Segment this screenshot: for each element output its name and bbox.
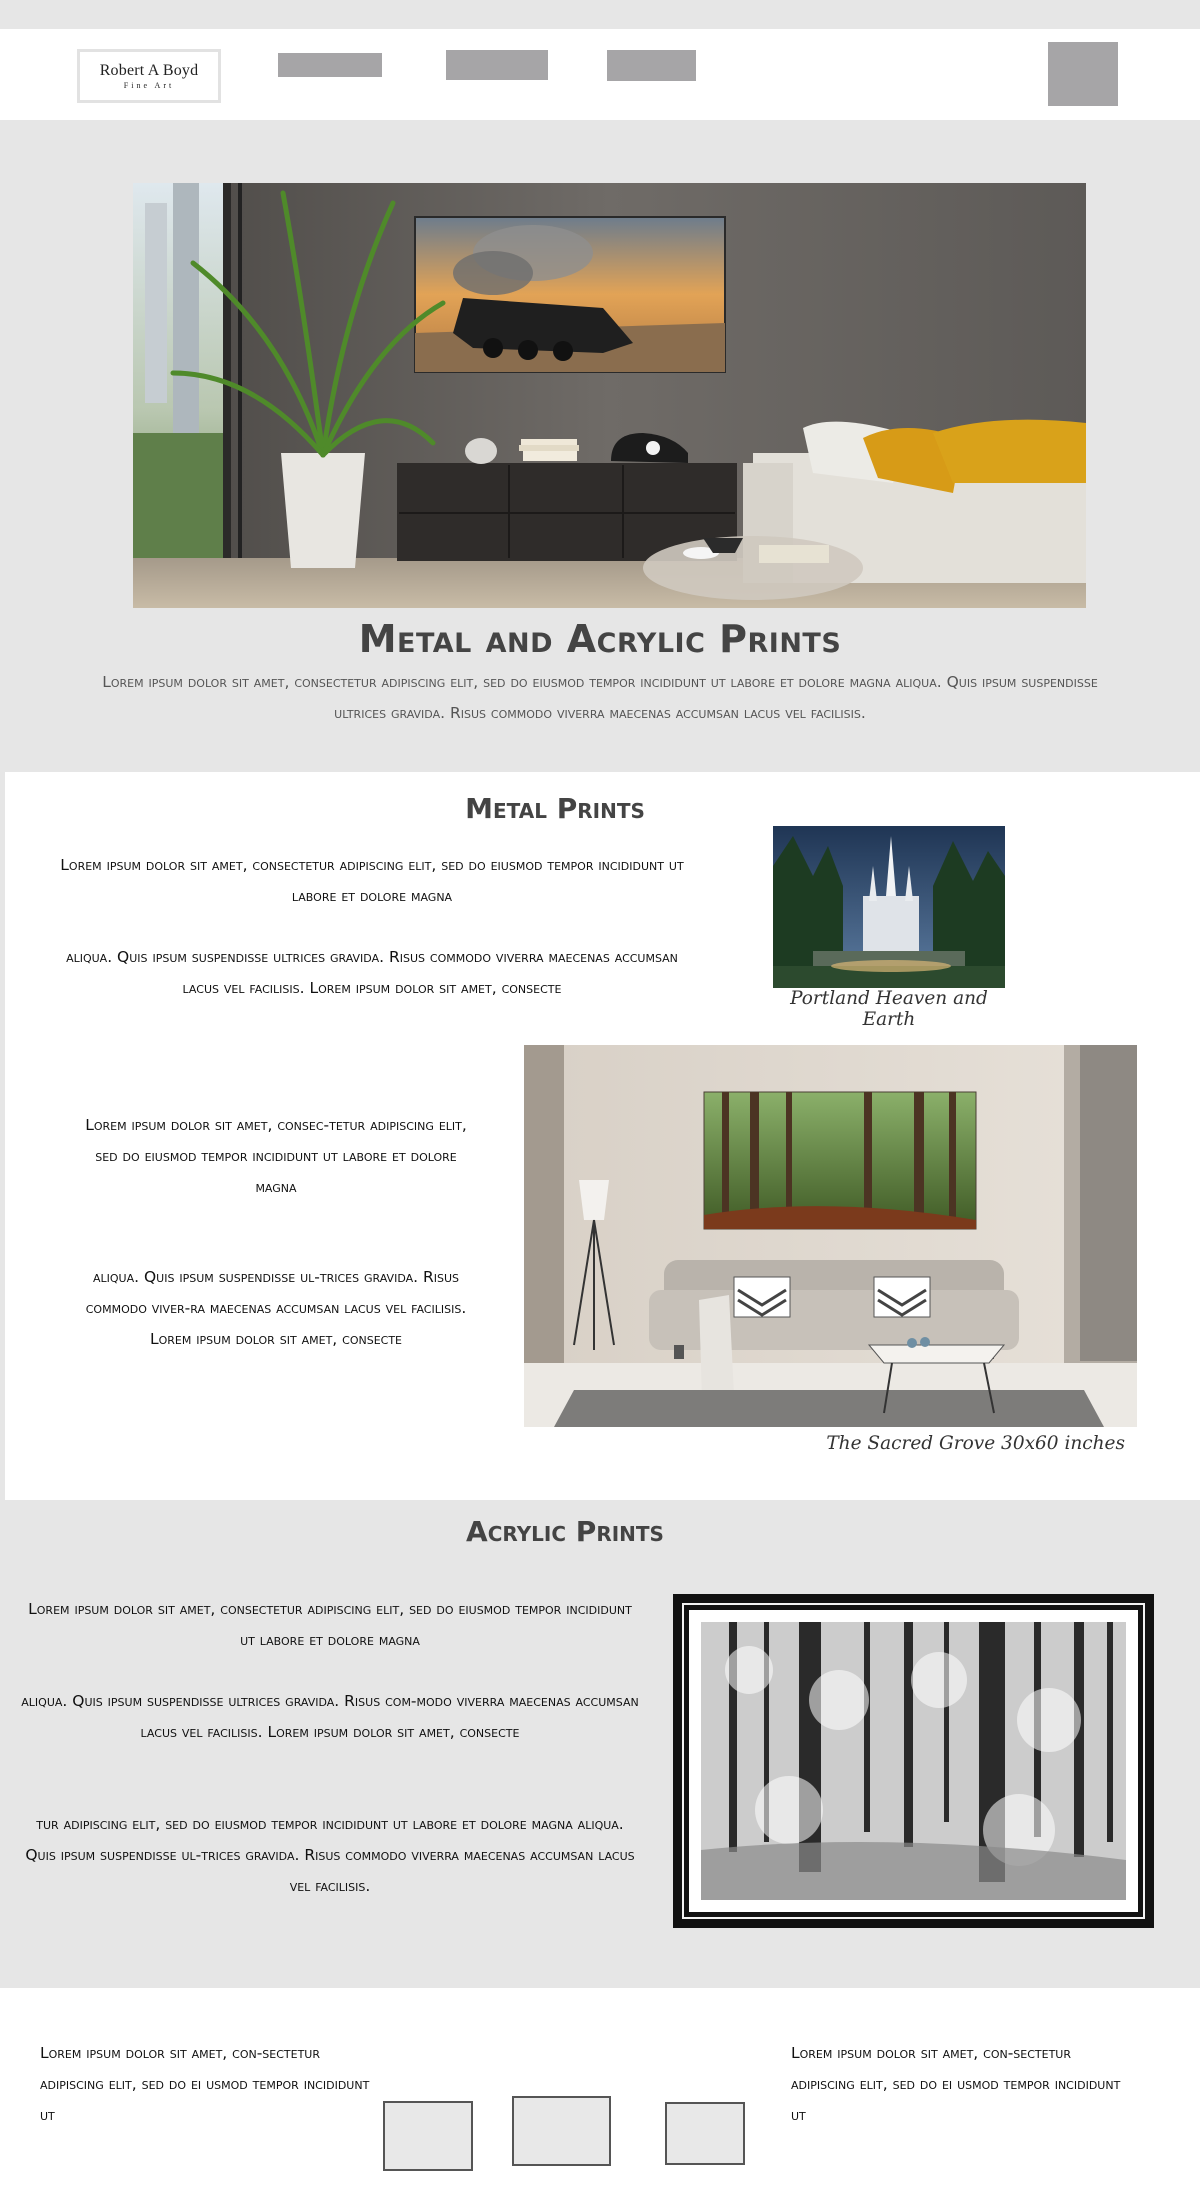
framed-acrylic-forest-image[interactable] [673,1594,1154,1928]
nav-item-3[interactable] [607,50,696,81]
page-title: Metal and Acrylic Prints [358,617,842,661]
logo-tagline: Fine Art [123,81,175,90]
nav-item-2[interactable] [446,50,548,80]
sacred-grove-room-image[interactable] [524,1045,1137,1427]
acrylic-prints-heading: Acrylic Prints [466,1515,664,1548]
hero-room-image [133,183,1086,608]
portland-temple-image[interactable] [773,826,1005,988]
portland-image-caption: Portland Heaven and Earth [790,988,988,1030]
metal-paragraph-1: Lorem ipsum dolor sit amet, consectetur … [60,856,684,905]
hero-intro-text: Lorem ipsum dolor sit amet, consectetur … [102,673,1098,722]
logo-name: Robert A Boyd [99,62,199,79]
thumbnail-2[interactable] [512,2096,611,2166]
site-logo[interactable]: Robert A Boyd Fine Art [77,49,221,103]
thumbnail-1[interactable] [383,2101,473,2171]
nav-item-1[interactable] [278,53,382,77]
sacred-grove-caption: The Sacred Grove 30x60 inches [826,1433,1125,1454]
acrylic-paragraph-2: aliqua. Quis ipsum suspendisse ultrices … [21,1692,639,1741]
site-header: Robert A Boyd Fine Art [0,29,1200,120]
metal-prints-heading: Metal Prints [465,792,645,825]
acrylic-paragraph-3: tur adipiscing elit, sed do eiusmod temp… [25,1815,635,1895]
metal-paragraph-2: aliqua. Quis ipsum suspendisse ultrices … [66,948,678,997]
acrylic-paragraph-1: Lorem ipsum dolor sit amet, consectetur … [28,1600,632,1649]
metal-paragraph-4: aliqua. Quis ipsum suspendisse ul-trices… [85,1268,467,1348]
footer-left-text: Lorem ipsum dolor sit amet, con-sectetur… [40,2044,370,2124]
footer-section: Lorem ipsum dolor sit amet, con-sectetur… [0,1988,1200,2189]
footer-right-text: Lorem ipsum dolor sit amet, con-sectetur… [791,2044,1121,2124]
metal-prints-section: Metal Prints Lorem ipsum dolor sit amet,… [5,772,1200,1500]
metal-paragraph-3: Lorem ipsum dolor sit amet, consec-tetur… [85,1116,467,1196]
frame-mat [689,1610,1138,1912]
thumbnail-3[interactable] [665,2102,745,2165]
menu-button[interactable] [1048,42,1118,106]
